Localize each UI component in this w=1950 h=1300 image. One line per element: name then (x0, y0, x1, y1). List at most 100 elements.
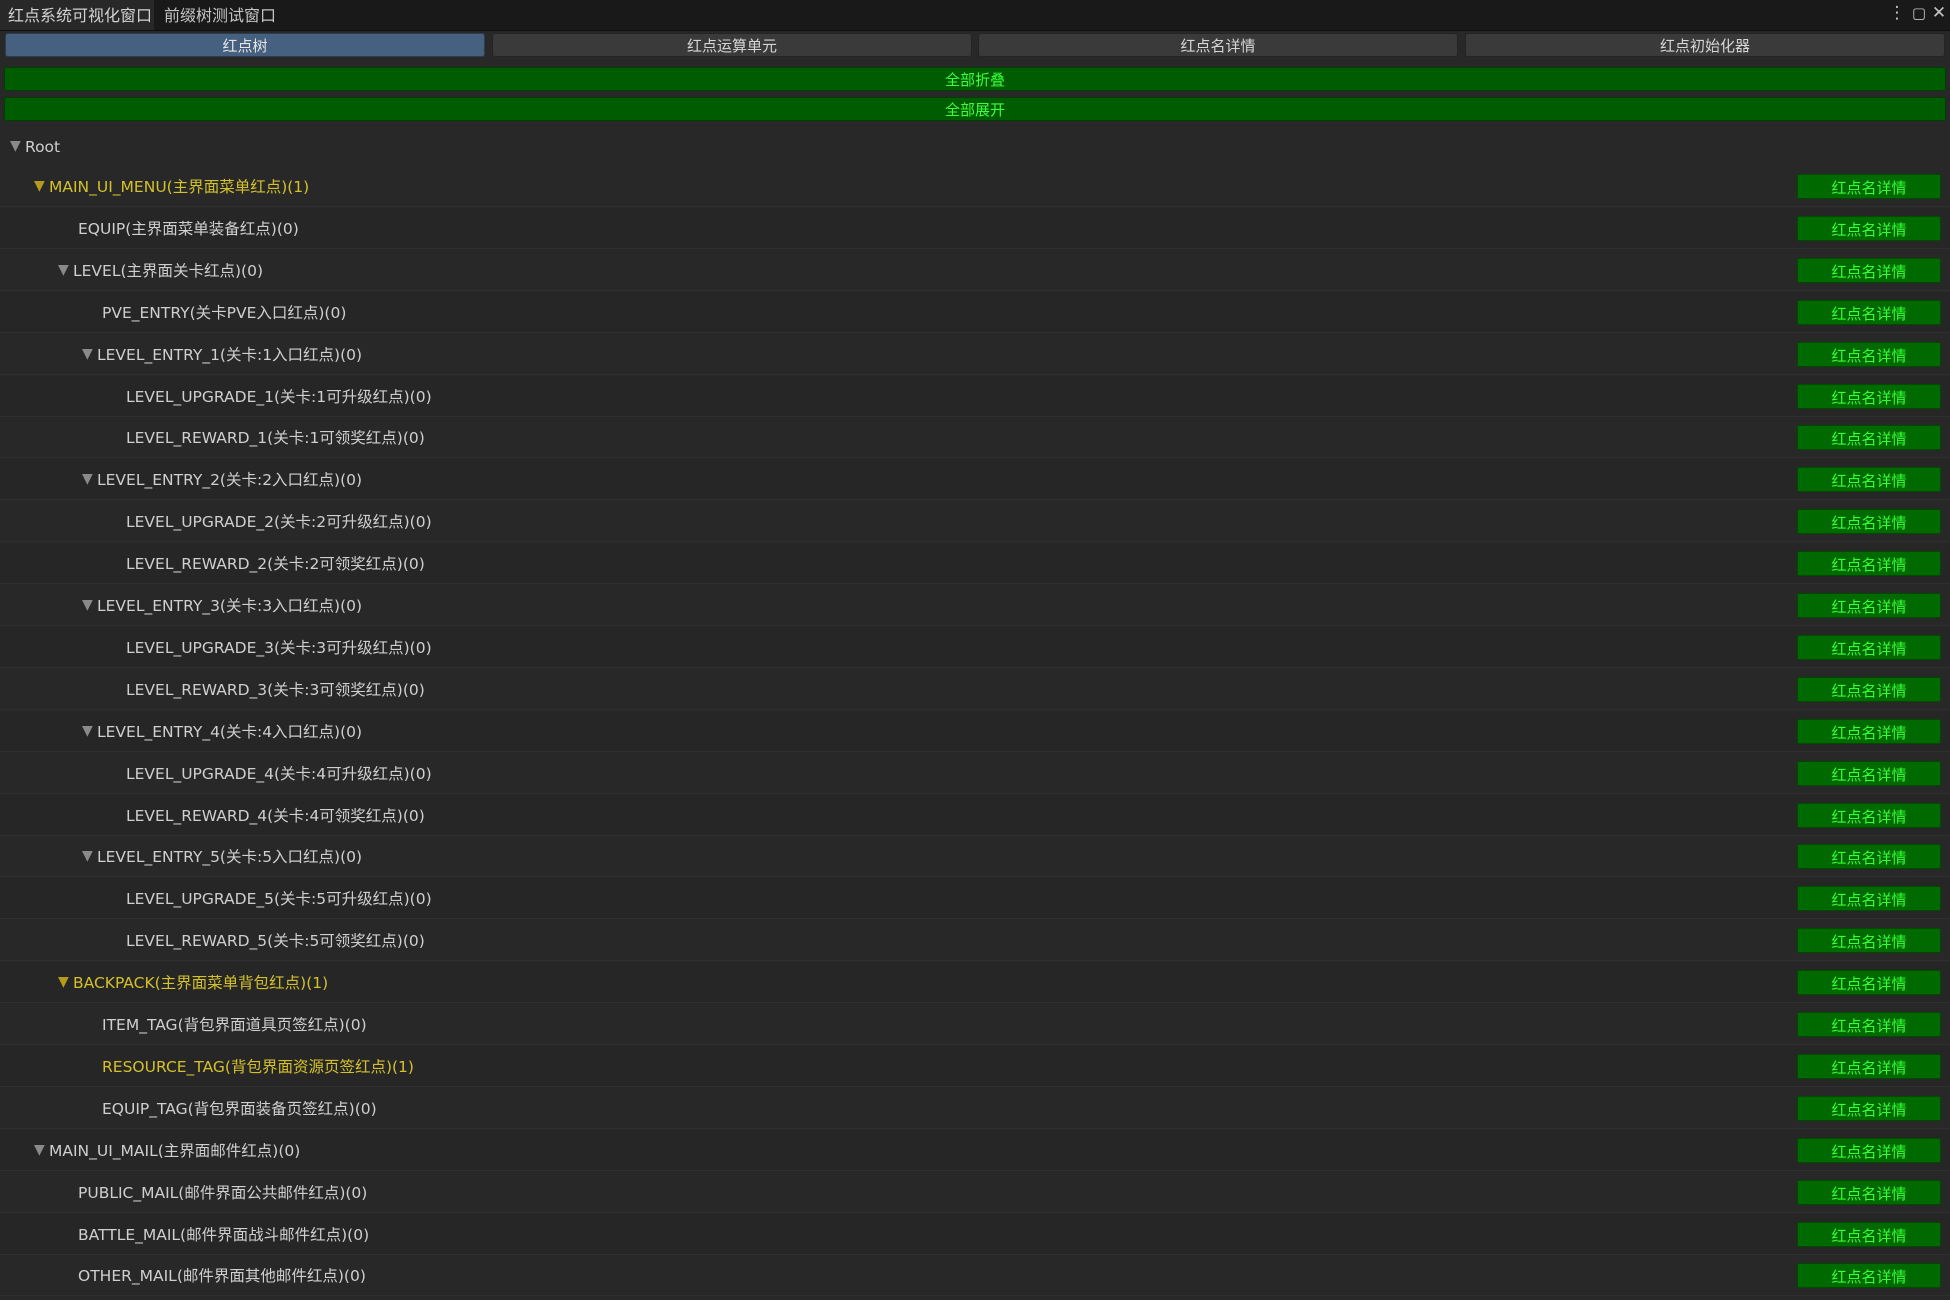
redpoint-name-details-button[interactable]: 红点名详情 (1797, 174, 1941, 199)
tree-node-row[interactable]: LEVEL_UPGRADE_3(关卡:3可升级红点)(0) 红点名详情 (0, 626, 1950, 668)
tree-node-row[interactable]: OTHER_MAIL(邮件界面其他邮件红点)(0) 红点名详情 (0, 1255, 1950, 1297)
tree-node-label: RESOURCE_TAG(背包界面资源页签红点)(1) (102, 1057, 414, 1076)
tree-node-row[interactable]: RESOURCE_TAG(背包界面资源页签红点)(1) 红点名详情 (0, 1045, 1950, 1087)
tree-node-label: LEVEL_ENTRY_2(关卡:2入口红点)(0) (97, 471, 363, 490)
redpoint-name-details-button[interactable]: 红点名详情 (1797, 551, 1941, 577)
tree-node-row[interactable]: ▼ LEVEL_ENTRY_4(关卡:4入口红点)(0) 红点名详情 (0, 710, 1950, 752)
tree-node-row[interactable]: EQUIP(主界面菜单装备红点)(0) 红点名详情 (0, 207, 1950, 249)
redpoint-name-details-button[interactable]: 红点名详情 (1797, 928, 1941, 954)
redpoint-name-details-button[interactable]: 红点名详情 (1797, 1137, 1941, 1163)
redpoint-name-details-button[interactable]: 红点名详情 (1797, 593, 1941, 618)
redpoint-name-details-button[interactable]: 红点名详情 (1797, 718, 1941, 744)
tree-node-row[interactable]: PUBLIC_MAIL(邮件界面公共邮件红点)(0) 红点名详情 (0, 1172, 1950, 1213)
tab-redpoint-name-details[interactable]: 红点名详情 (978, 33, 1458, 57)
tree-node-row[interactable]: LEVEL_UPGRADE_5(关卡:5可升级红点)(0) 红点名详情 (0, 878, 1950, 920)
tree-node-row[interactable]: LEVEL_REWARD_5(关卡:5可领奖红点)(0) 红点名详情 (0, 920, 1950, 962)
tree-root-label: Root (25, 138, 61, 156)
redpoint-name-details-button[interactable]: 红点名详情 (1797, 299, 1941, 325)
expand-arrow-icon[interactable]: ▼ (82, 585, 93, 626)
tree-node-row[interactable]: ▼ LEVEL_ENTRY_1(关卡:1入口红点)(0) 红点名详情 (0, 334, 1950, 375)
redpoint-name-details-button[interactable]: 红点名详情 (1797, 467, 1941, 493)
expand-arrow-icon[interactable]: ▼ (82, 711, 93, 752)
tree-node-label: OTHER_MAIL(邮件界面其他邮件红点)(0) (78, 1267, 366, 1286)
tree-node-label: LEVEL_UPGRADE_3(关卡:3可升级红点)(0) (126, 638, 432, 657)
tree-node-label: PUBLIC_MAIL(邮件界面公共邮件红点)(0) (78, 1183, 368, 1202)
tree-node-label: BATTLE_MAIL(邮件界面战斗邮件红点)(0) (78, 1225, 370, 1244)
tree-node-label: MAIN_UI_MAIL(主界面邮件红点)(0) (49, 1141, 301, 1160)
window-tab-prefix-tree-test[interactable]: 前缀树测试窗口 (156, 0, 286, 30)
redpoint-name-details-button[interactable]: 红点名详情 (1797, 1179, 1941, 1205)
tree-node-label: LEVEL_ENTRY_1(关卡:1入口红点)(0) (97, 345, 363, 364)
tree-node-row[interactable]: LEVEL_UPGRADE_4(关卡:4可升级红点)(0) 红点名详情 (0, 753, 1950, 794)
tree-root-row[interactable]: ▼ Root (0, 126, 1950, 166)
tree-node-label: EQUIP_TAG(背包界面装备页签红点)(0) (102, 1099, 377, 1118)
redpoint-name-details-button[interactable]: 红点名详情 (1797, 1263, 1941, 1289)
redpoint-name-details-button[interactable]: 红点名详情 (1797, 634, 1941, 660)
redpoint-name-details-button[interactable]: 红点名详情 (1797, 1012, 1941, 1037)
redpoint-name-details-button[interactable]: 红点名详情 (1797, 509, 1941, 535)
expand-arrow-icon[interactable]: ▼ (58, 962, 69, 1003)
redpoint-name-details-button[interactable]: 红点名详情 (1797, 383, 1941, 409)
tree-node-label: MAIN_UI_MENU(主界面菜单红点)(1) (49, 178, 310, 196)
tree-node-row[interactable]: BATTLE_MAIL(邮件界面战斗邮件红点)(0) 红点名详情 (0, 1213, 1950, 1255)
redpoint-name-details-button[interactable]: 红点名详情 (1797, 1053, 1941, 1079)
tree-node-row[interactable]: LEVEL_REWARD_1(关卡:1可领奖红点)(0) 红点名详情 (0, 417, 1950, 459)
tree-node-row[interactable]: ▼ BACKPACK(主界面菜单背包红点)(1) 红点名详情 (0, 962, 1950, 1004)
expand-arrow-icon[interactable]: ▼ (58, 250, 69, 291)
expand-arrow-icon[interactable]: ▼ (82, 334, 93, 375)
tree-node-row[interactable]: ▼ LEVEL_ENTRY_2(关卡:2入口红点)(0) 红点名详情 (0, 459, 1950, 501)
tree-node-row[interactable]: LEVEL_REWARD_2(关卡:2可领奖红点)(0) 红点名详情 (0, 543, 1950, 585)
redpoint-name-details-button[interactable]: 红点名详情 (1797, 341, 1941, 367)
tree-node-row[interactable]: ▼ LEVEL_ENTRY_3(关卡:3入口红点)(0) 红点名详情 (0, 585, 1950, 626)
redpoint-name-details-button[interactable]: 红点名详情 (1797, 970, 1941, 996)
tree-node-row[interactable]: ITEM_TAG(背包界面道具页签红点)(0) 红点名详情 (0, 1004, 1950, 1045)
tree-node-label: LEVEL_UPGRADE_1(关卡:1可升级红点)(0) (126, 387, 432, 406)
tree-node-label: LEVEL_REWARD_4(关卡:4可领奖红点)(0) (126, 806, 425, 825)
tree-node-label: LEVEL_REWARD_1(关卡:1可领奖红点)(0) (126, 429, 425, 448)
tab-redpoint-tree[interactable]: 红点树 (5, 33, 485, 57)
redpoint-name-details-button[interactable]: 红点名详情 (1797, 1221, 1941, 1247)
window-tab-bar: 红点系统可视化窗口 前缀树测试窗口 ⋮ ▢ ✕ (0, 0, 1950, 31)
close-icon[interactable]: ✕ (1930, 2, 1948, 24)
expand-arrow-icon[interactable]: ▼ (10, 126, 21, 166)
tree-node-label: LEVEL_ENTRY_3(关卡:3入口红点)(0) (97, 597, 363, 615)
tree-node-row[interactable]: PVE_ENTRY(关卡PVE入口红点)(0) 红点名详情 (0, 291, 1950, 333)
redpoint-name-details-button[interactable]: 红点名详情 (1797, 760, 1941, 786)
tree-node-label: LEVEL_REWARD_2(关卡:2可领奖红点)(0) (126, 555, 425, 574)
tree-node-row[interactable]: LEVEL_UPGRADE_1(关卡:1可升级红点)(0) 红点名详情 (0, 375, 1950, 417)
redpoint-name-details-button[interactable]: 红点名详情 (1797, 215, 1941, 241)
tree-node-label: LEVEL_UPGRADE_5(关卡:5可升级红点)(0) (126, 890, 432, 909)
window-tab-redpoint-visualizer[interactable]: 红点系统可视化窗口 (0, 0, 154, 30)
tree-node-label: LEVEL_UPGRADE_4(关卡:4可升级红点)(0) (126, 764, 432, 783)
expand-arrow-icon[interactable]: ▼ (34, 1130, 45, 1171)
tree-node-row[interactable]: LEVEL_REWARD_3(关卡:3可领奖红点)(0) 红点名详情 (0, 669, 1950, 710)
tree-node-row[interactable]: LEVEL_UPGRADE_2(关卡:2可升级红点)(0) 红点名详情 (0, 501, 1950, 543)
expand-all-button[interactable]: 全部展开 (4, 97, 1946, 121)
tab-redpoint-initializer[interactable]: 红点初始化器 (1465, 33, 1945, 57)
tree-node-row[interactable]: ▼ MAIN_UI_MENU(主界面菜单红点)(1) 红点名详情 (0, 166, 1950, 207)
redpoint-name-details-button[interactable]: 红点名详情 (1797, 886, 1941, 912)
redpoint-name-details-button[interactable]: 红点名详情 (1797, 676, 1941, 702)
expand-arrow-icon[interactable]: ▼ (82, 836, 93, 877)
tree-node-row[interactable]: ▼ MAIN_UI_MAIL(主界面邮件红点)(0) 红点名详情 (0, 1129, 1950, 1171)
redpoint-visualizer-window: 红点系统可视化窗口 前缀树测试窗口 ⋮ ▢ ✕ 红点树 红点运算单元 红点名详情… (0, 0, 1950, 1300)
tree-node-row[interactable]: ▼ LEVEL(主界面关卡红点)(0) 红点名详情 (0, 250, 1950, 291)
expand-arrow-icon[interactable]: ▼ (82, 459, 93, 500)
redpoint-name-details-button[interactable]: 红点名详情 (1797, 257, 1941, 283)
maximize-icon[interactable]: ▢ (1910, 2, 1928, 24)
tab-redpoint-operation-unit[interactable]: 红点运算单元 (492, 33, 972, 57)
expand-arrow-icon[interactable]: ▼ (34, 166, 45, 207)
tree-node-label: LEVEL_REWARD_5(关卡:5可领奖红点)(0) (126, 932, 425, 951)
redpoint-name-details-button[interactable]: 红点名详情 (1797, 802, 1941, 828)
redpoint-name-details-button[interactable]: 红点名详情 (1797, 425, 1941, 451)
redpoint-name-details-button[interactable]: 红点名详情 (1797, 844, 1941, 870)
tree-node-row[interactable]: EQUIP_TAG(背包界面装备页签红点)(0) 红点名详情 (0, 1088, 1950, 1129)
kebab-menu-icon[interactable]: ⋮ (1888, 2, 1906, 24)
tree-node-row[interactable]: ▼ LEVEL_ENTRY_5(关卡:5入口红点)(0) 红点名详情 (0, 836, 1950, 878)
tree-node-label: LEVEL(主界面关卡红点)(0) (73, 261, 264, 280)
collapse-all-button[interactable]: 全部折叠 (4, 67, 1946, 91)
redpoint-name-details-button[interactable]: 红点名详情 (1797, 1095, 1941, 1121)
tree-node-row[interactable]: LEVEL_REWARD_4(关卡:4可领奖红点)(0) 红点名详情 (0, 794, 1950, 836)
tree-node-label: LEVEL_REWARD_3(关卡:3可领奖红点)(0) (126, 680, 425, 699)
tree-node-label: LEVEL_UPGRADE_2(关卡:2可升级红点)(0) (126, 513, 432, 532)
